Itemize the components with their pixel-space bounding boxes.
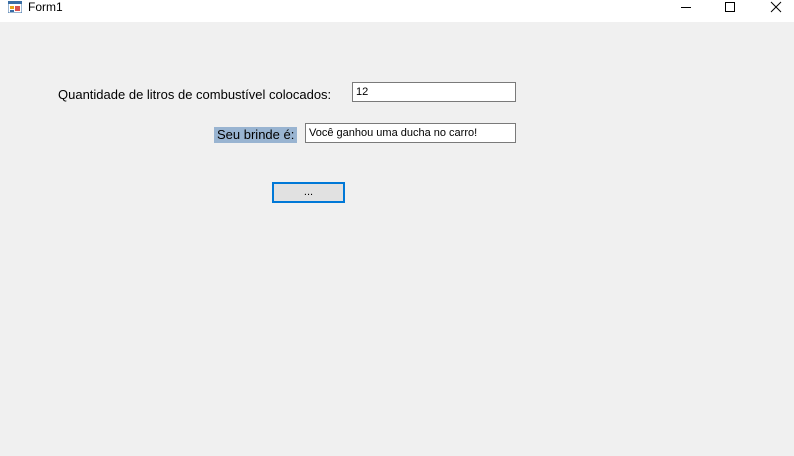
quantity-input[interactable]: 12 [352,82,516,102]
window-title: Form1 [28,0,63,14]
maximize-icon [725,2,735,12]
gift-output-field[interactable]: Você ganhou uma ducha no carro! [305,123,516,143]
action-button[interactable]: ... [272,182,345,203]
minimize-icon [681,7,691,8]
minimize-button[interactable] [663,0,709,14]
close-icon [770,1,782,13]
quantity-label: Quantidade de litros de combustível colo… [58,87,332,102]
maximize-button[interactable] [707,0,753,14]
gift-label: Seu brinde é: [214,127,298,143]
app-icon [8,1,22,13]
close-button[interactable] [753,0,794,14]
title-bar[interactable]: Form1 [0,0,794,22]
